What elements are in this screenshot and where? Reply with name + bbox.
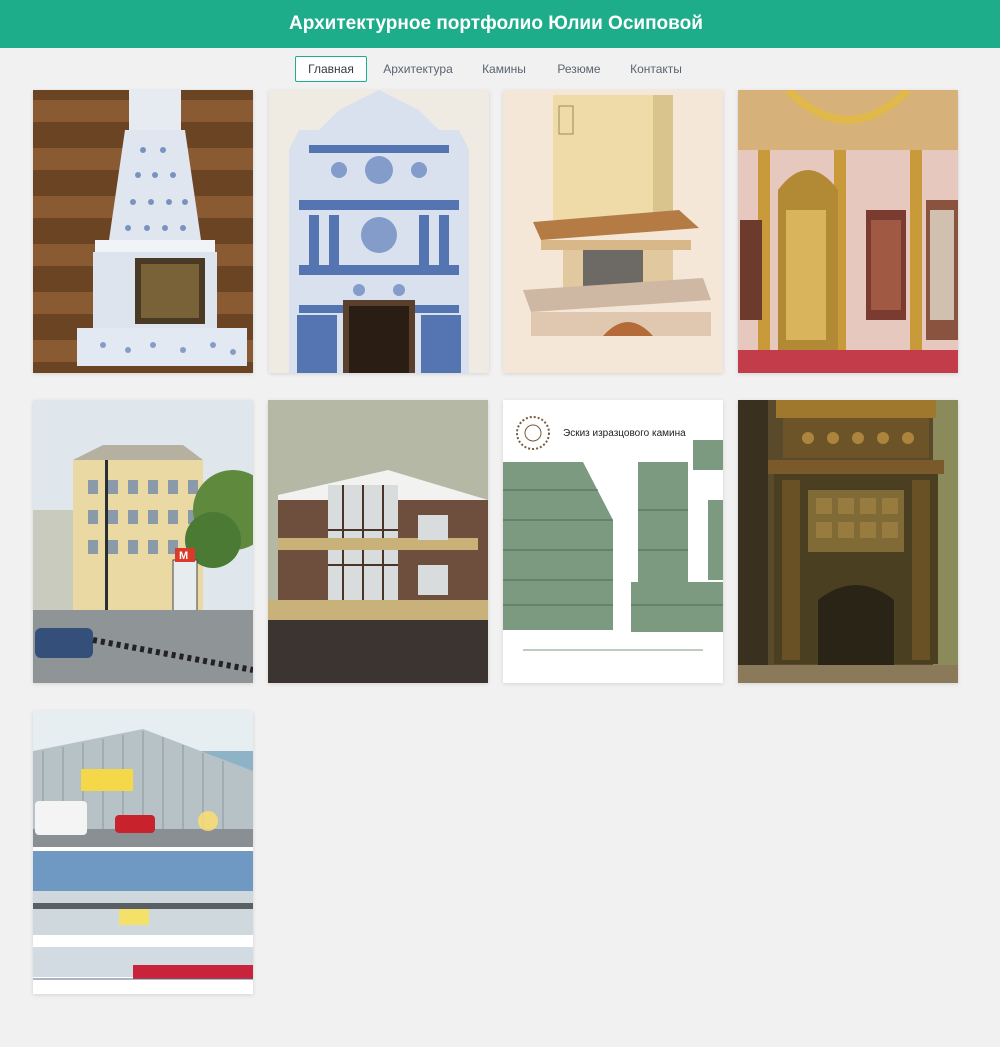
gallery-item-fireplace-sketch[interactable]	[503, 90, 723, 373]
gallery-item-tiled-fireplace[interactable]	[33, 90, 253, 373]
sketch-image	[503, 90, 723, 373]
metro-sign: М	[179, 550, 188, 562]
gallery-item-shopping-center[interactable]	[33, 711, 253, 994]
drawing-caption: Эскиз изразцового камина	[563, 428, 686, 439]
gallery-item-carved-fireplace[interactable]	[738, 400, 958, 683]
drawing-image: Эскиз изразцового камина	[503, 400, 723, 683]
stove-photo	[269, 90, 489, 373]
shopping-center-render	[33, 711, 253, 994]
gallery-item-iconostasis[interactable]	[738, 90, 958, 373]
gallery-item-fireplace-drawing[interactable]: Эскиз изразцового камина	[503, 400, 723, 683]
gallery-item-city-street[interactable]: М	[33, 400, 253, 683]
portfolio-gallery: М Эскиз изразцового камина	[0, 0, 1000, 1047]
gallery-item-ornate-stove[interactable]	[269, 90, 489, 373]
carved-fireplace-photo	[738, 400, 958, 683]
iconostasis-photo	[738, 90, 958, 373]
house-render	[268, 400, 488, 683]
street-photo: М	[33, 400, 253, 683]
fireplace-photo	[33, 90, 253, 373]
gallery-item-house-render[interactable]	[268, 400, 488, 683]
